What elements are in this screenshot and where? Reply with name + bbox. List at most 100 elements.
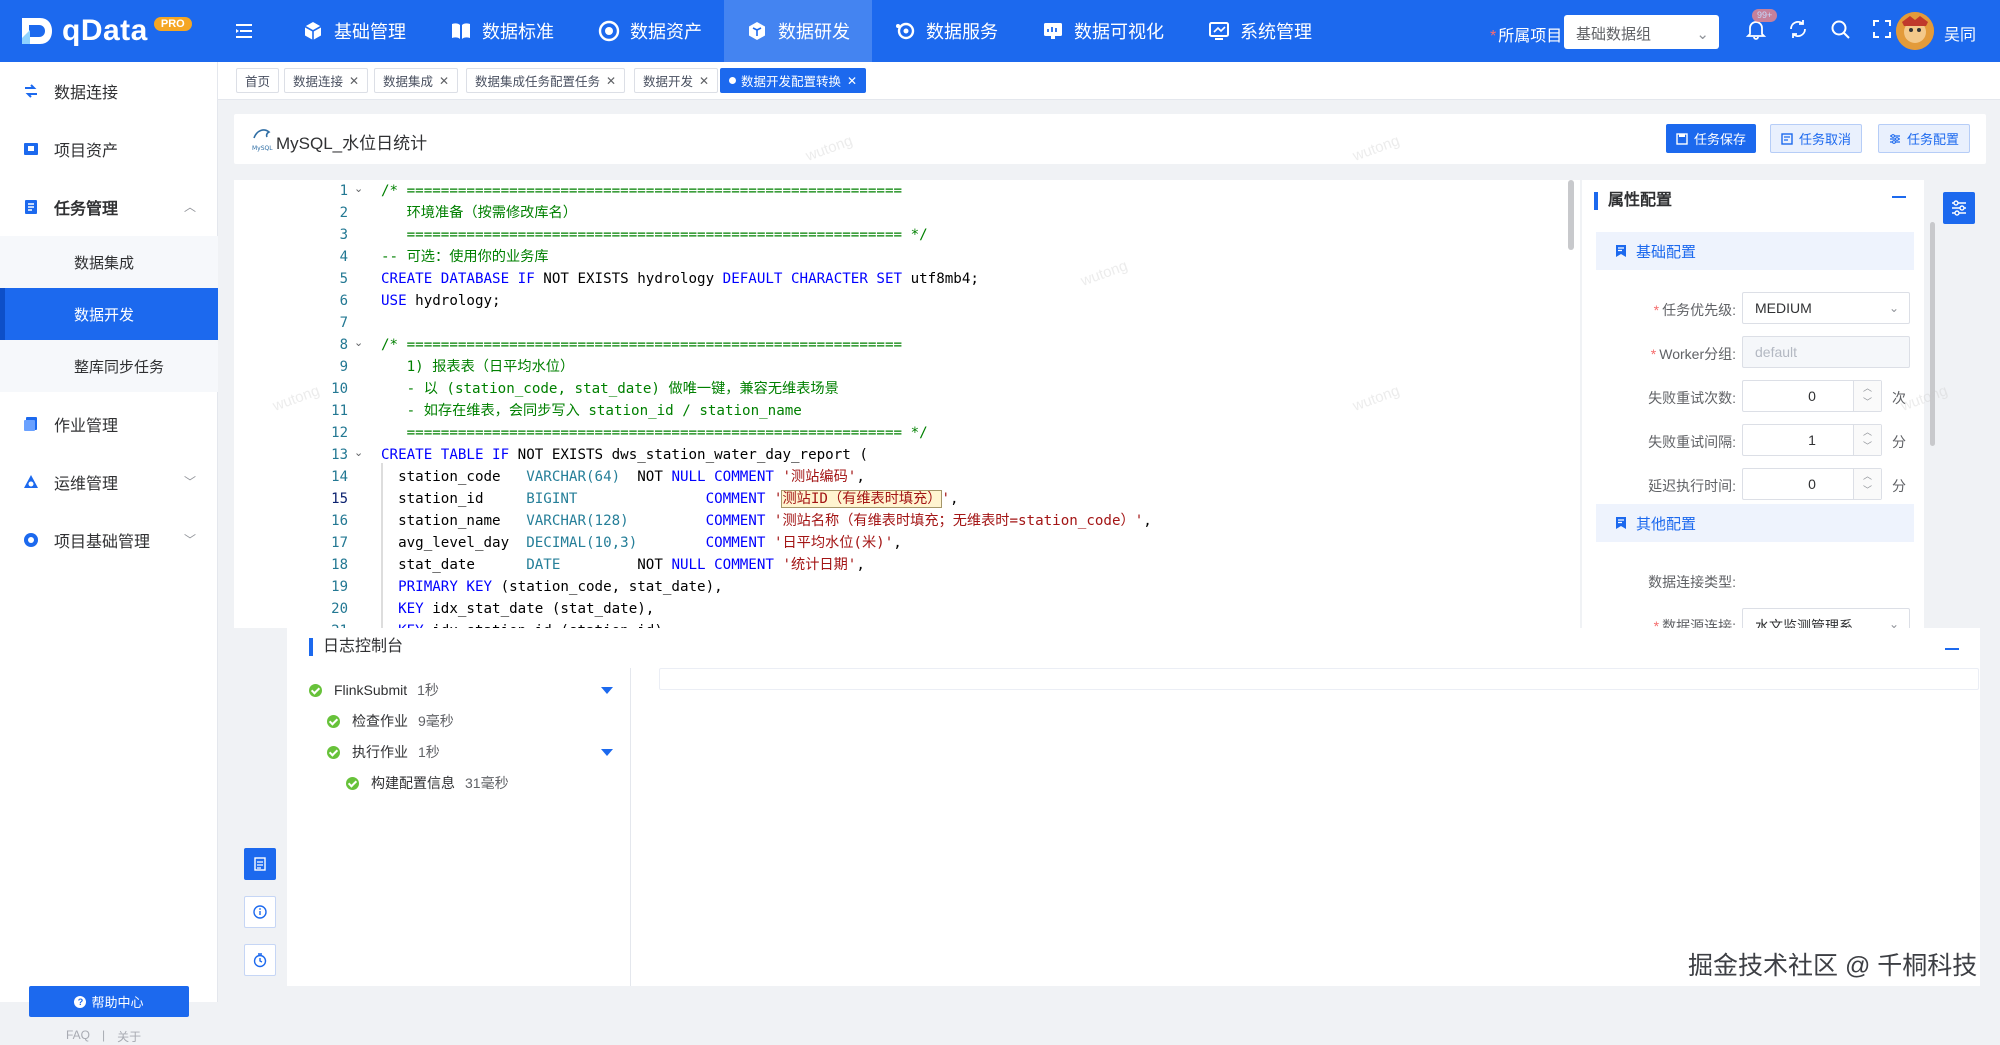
log-row-check-job[interactable]: 检查作业 9毫秒	[327, 711, 454, 731]
minimize-icon[interactable]	[1892, 196, 1906, 198]
success-icon	[327, 714, 340, 728]
nav-label: 数据资产	[630, 22, 702, 42]
worker-label: * Worker分组:	[1650, 346, 1736, 362]
project-select[interactable]: 基础数据组 ⌄	[1564, 15, 1719, 49]
bookmark-icon	[1616, 517, 1626, 529]
close-icon[interactable]: ✕	[349, 74, 359, 88]
book-icon	[452, 23, 470, 39]
success-icon	[327, 745, 340, 759]
button-label: 任务保存	[1694, 132, 1747, 147]
tab-data-connection[interactable]: 数据连接 ✕	[284, 68, 369, 93]
code-line: station_id BIGINT COMMENT '测站ID（有维表时填充）'…	[381, 490, 959, 508]
box-icon	[749, 22, 765, 40]
editor-scrollbar[interactable]	[1568, 180, 1574, 250]
sidebar-sub-data-integration[interactable]: 数据集成	[0, 236, 218, 288]
retry-count-label: 失败重试次数:	[1648, 390, 1736, 406]
other-config-section[interactable]: 其他配置	[1596, 504, 1914, 542]
retry-interval-value: 1	[1808, 432, 1816, 448]
close-icon[interactable]: ✕	[439, 74, 449, 88]
caret-down-icon[interactable]	[601, 687, 613, 694]
logo[interactable]: qData PRO	[18, 12, 192, 50]
faq-link[interactable]: FAQ	[66, 1028, 90, 1045]
retry-count-input[interactable]: 0 ︿ ﹀	[1742, 380, 1882, 412]
tab-develop-config-transform[interactable]: 数据开发配置转换 ✕	[720, 68, 867, 93]
help-links: FAQ | 关于	[66, 1028, 141, 1045]
menu-collapse-icon[interactable]	[234, 20, 254, 42]
target-icon	[598, 20, 620, 42]
sidebar-sub-data-develop[interactable]: 数据开发	[0, 288, 218, 340]
avatar[interactable]	[1896, 12, 1934, 50]
fold-chevron-icon[interactable]: ⌄	[354, 182, 363, 195]
fold-chevron-icon[interactable]: ⌄	[354, 336, 363, 349]
property-scrollbar[interactable]	[1930, 222, 1935, 446]
log-view-button[interactable]	[244, 848, 276, 880]
sidebar-item-label: 任务管理	[54, 201, 119, 218]
delay-input[interactable]: 0 ︿ ﹀	[1742, 468, 1882, 500]
line-number: 17	[331, 535, 348, 551]
bell-icon[interactable]: 99+	[1745, 9, 1778, 40]
fullscreen-icon[interactable]	[1871, 18, 1893, 40]
nav-data-develop[interactable]: 数据研发	[724, 0, 872, 62]
worker-select[interactable]: default	[1742, 336, 1910, 368]
close-icon[interactable]: ✕	[606, 74, 616, 88]
close-icon[interactable]: ✕	[847, 74, 857, 88]
code-line: station_name VARCHAR(128) COMMENT '测站名称（…	[381, 513, 1152, 529]
pro-badge: PRO	[153, 17, 192, 31]
tab-data-integration[interactable]: 数据集成 ✕	[374, 68, 459, 93]
task-cancel-button[interactable]: 任务取消	[1770, 124, 1863, 153]
about-link[interactable]: 关于	[117, 1028, 141, 1045]
line-number: 5	[339, 271, 348, 287]
nav-data-service[interactable]: 数据服务	[872, 0, 1020, 62]
nav-label: 基础管理	[334, 22, 406, 42]
basic-config-section[interactable]: 基础配置	[1596, 232, 1914, 270]
document-icon	[254, 857, 266, 871]
log-output[interactable]	[659, 668, 1979, 690]
nav-data-visualization[interactable]: 数据可视化	[1020, 0, 1186, 62]
minimize-icon[interactable]	[1945, 648, 1959, 650]
sidebar-item-ops-management[interactable]: 运维管理 ﹀	[0, 453, 218, 511]
caret-down-icon[interactable]	[601, 749, 613, 756]
log-row-build-config[interactable]: 构建配置信息 31毫秒	[346, 773, 509, 793]
sidebar-item-label: 数据连接	[54, 85, 119, 102]
tab-integration-task-config[interactable]: 数据集成任务配置任务 ✕	[466, 68, 626, 93]
close-icon[interactable]: ✕	[699, 74, 709, 88]
nav-system-management[interactable]: 系统管理	[1186, 0, 1334, 62]
sidebar-item-project-asset[interactable]: 项目资产	[0, 120, 218, 178]
log-row-exec-job[interactable]: 执行作业 1秒	[327, 742, 440, 762]
source-select[interactable]: 水文监测管理系 ⌄	[1742, 608, 1910, 628]
task-save-button[interactable]: 任务保存	[1666, 124, 1757, 153]
code-editor[interactable]: 1 ⌄ 2 3 4 5 6 7 8 ⌄ 9 10 11 12 13 ⌄ 14 15 16 17 18 19 20 21 /* …	[234, 180, 1580, 628]
stepper-icon[interactable]: ︿ ﹀	[1853, 469, 1881, 499]
nav-data-standard[interactable]: 数据标准	[428, 0, 576, 62]
fold-chevron-icon[interactable]: ⌄	[354, 446, 363, 459]
code-content[interactable]: /* =====================================…	[381, 180, 1571, 628]
sidebar-item-task-management[interactable]: 任务管理 ︿	[0, 178, 218, 236]
tab-label: 数据连接	[293, 75, 344, 89]
refresh-icon[interactable]	[1787, 18, 1809, 40]
log-row-flinksubmit[interactable]: FlinkSubmit 1秒	[309, 680, 439, 700]
tab-data-develop[interactable]: 数据开发 ✕	[634, 68, 719, 93]
success-icon	[346, 776, 359, 790]
line-number: 1	[339, 183, 348, 199]
chart-icon	[1044, 23, 1062, 39]
sidebar-sub-db-sync[interactable]: 整库同步任务	[0, 340, 218, 392]
settings-panel-toggle[interactable]	[1943, 192, 1975, 224]
cancel-icon	[1781, 132, 1793, 145]
tab-home[interactable]: 首页	[236, 68, 280, 93]
sidebar-item-data-connection[interactable]: 数据连接	[0, 62, 218, 120]
retry-interval-input[interactable]: 1 ︿ ﹀	[1742, 424, 1882, 456]
nav-basic-management[interactable]: 基础管理	[280, 0, 428, 62]
user-name[interactable]: 吴同	[1944, 21, 1976, 45]
history-view-button[interactable]	[244, 944, 276, 976]
button-label: 任务配置	[1907, 132, 1960, 147]
sidebar-item-project-base[interactable]: 项目基础管理 ﹀	[0, 511, 218, 569]
info-view-button[interactable]	[244, 896, 276, 928]
priority-select[interactable]: MEDIUM ⌄	[1742, 292, 1910, 324]
task-config-button[interactable]: 任务配置	[1878, 124, 1971, 153]
stepper-icon[interactable]: ︿ ﹀	[1853, 425, 1881, 455]
stepper-icon[interactable]: ︿ ﹀	[1853, 381, 1881, 411]
search-icon[interactable]	[1829, 18, 1851, 40]
sidebar-item-job-management[interactable]: 作业管理	[0, 395, 218, 453]
task-title-bar: MySQL MySQL_水位日统计 任务保存 任务取消 任务配置	[234, 114, 1986, 164]
nav-data-asset[interactable]: 数据资产	[576, 0, 724, 62]
